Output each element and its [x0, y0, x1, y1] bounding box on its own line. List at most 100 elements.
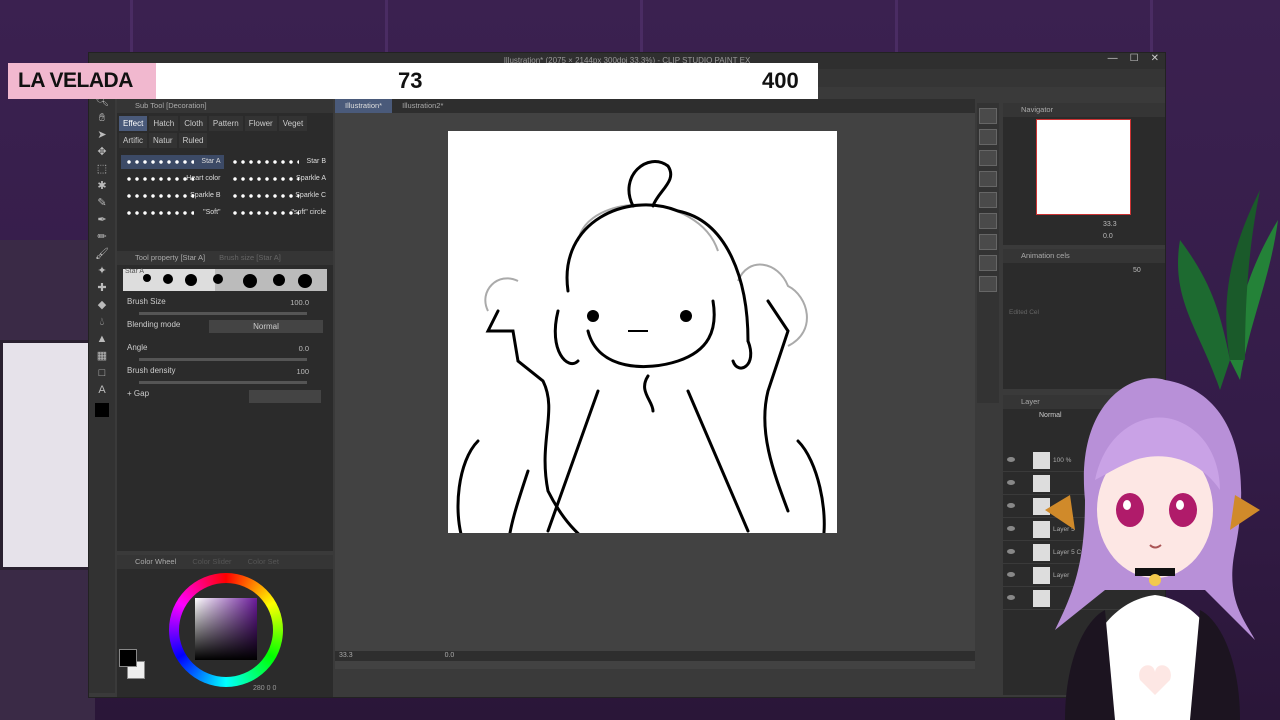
tab-flower[interactable]: Flower [244, 116, 277, 131]
expand-icon[interactable]: + [127, 389, 132, 398]
hand-tool-icon[interactable]: ✋︎ [89, 110, 115, 127]
visibility-icon[interactable] [1007, 480, 1015, 485]
preset-label: Star A [125, 268, 145, 275]
layer-property-icon[interactable] [979, 129, 997, 145]
cel-opacity[interactable]: 50 [1133, 267, 1141, 274]
tab-color-wheel[interactable]: Color Wheel [135, 557, 176, 566]
angle-value: 0.0 [298, 344, 309, 353]
tab-effect[interactable]: Effect [119, 116, 148, 131]
auto-select-icon[interactable]: ✱ [89, 178, 115, 195]
visibility-icon[interactable] [1007, 549, 1015, 554]
selection-tool-icon[interactable]: ⬚ [89, 161, 115, 178]
brush-density-row[interactable]: Brush density 100 [117, 364, 333, 387]
tab-artificial[interactable]: Artific [119, 133, 147, 148]
airbrush-icon[interactable]: ✦ [89, 263, 115, 280]
brush-sparkle-c[interactable]: Sparkle C [227, 189, 330, 203]
brush-heart-color[interactable]: Heart color [121, 172, 224, 186]
vtuber-avatar [1045, 378, 1260, 720]
score-title: LA VELADA [8, 63, 156, 99]
visibility-icon[interactable] [1007, 595, 1015, 600]
brush-list: Star A Star B Heart color Sparkle A Spar… [117, 151, 333, 224]
blend-tool-icon[interactable]: 💧︎ [89, 314, 115, 331]
tool-property-title: Tool property [Star A] Brush size [Star … [117, 251, 333, 265]
brush-size-row[interactable]: Brush Size 100.0 [117, 295, 333, 318]
wall-stripe [130, 0, 133, 60]
subtool-title: Sub Tool [Decoration] [117, 99, 333, 113]
eyedropper-icon[interactable]: ✎ [89, 195, 115, 212]
tab-vegetation[interactable]: Veget [278, 116, 308, 131]
saturation-value-square[interactable] [195, 598, 257, 660]
document-tabs: Illustration* Illustration2* [335, 99, 975, 113]
navigator-zoom[interactable]: 33.3 [1103, 221, 1117, 228]
wall-stripe [1150, 0, 1153, 60]
text-tool-icon[interactable]: A [89, 382, 115, 399]
panel-close-icon[interactable] [979, 108, 997, 124]
visibility-icon[interactable] [1007, 503, 1015, 508]
history-icon[interactable] [979, 213, 997, 229]
tool-property-panel: Tool property [Star A] Brush size [Star … [117, 251, 333, 551]
canvas-area: Illustration* Illustration2* 33.3 0.0 [335, 99, 975, 669]
color-readout: 280 0 0 [253, 685, 277, 692]
brush-star-a[interactable]: Star A [121, 155, 224, 169]
maximize-icon[interactable]: ☐ [1130, 53, 1139, 69]
minimize-icon[interactable]: — [1108, 53, 1118, 69]
navigator-panel: Navigator 33.3 0.0 [1003, 103, 1165, 245]
brush-size-slider[interactable] [139, 312, 307, 315]
tab-illustration[interactable]: Illustration* [335, 99, 393, 113]
animation-cels-title: Animation cels [1003, 249, 1165, 263]
navigator-title: Navigator [1003, 103, 1165, 117]
angle-slider[interactable] [139, 358, 307, 361]
wall-stripe [640, 0, 643, 60]
blending-mode-select[interactable]: Normal [209, 320, 323, 333]
visibility-icon[interactable] [1007, 572, 1015, 577]
canvas-zoom[interactable]: 33.3 [339, 652, 353, 659]
decoration-tool-icon[interactable]: ✚ [89, 280, 115, 297]
brush-soft-circle[interactable]: "soft" circle [227, 206, 330, 220]
visibility-icon[interactable] [1007, 457, 1015, 462]
tab-cloth[interactable]: Cloth [180, 116, 207, 131]
item-bank-icon[interactable] [979, 276, 997, 292]
brush-density-slider[interactable] [139, 381, 307, 384]
navigator-rotation[interactable]: 0.0 [1103, 233, 1113, 240]
operation-tool-icon[interactable]: ➤ [89, 127, 115, 144]
close-icon[interactable]: ✕ [1151, 53, 1159, 69]
tab-hatch[interactable]: Hatch [149, 116, 179, 131]
brush-sparkle-a[interactable]: Sparkle A [227, 172, 330, 186]
panel-close-icon[interactable] [979, 150, 997, 166]
window-controls: — ☐ ✕ [1108, 53, 1159, 69]
navigator-preview[interactable] [1036, 119, 1131, 215]
edited-cel-label: Edited Cel [1009, 309, 1039, 316]
brush-star-b[interactable]: Star B [227, 155, 330, 169]
gradient-icon[interactable]: ▦ [89, 348, 115, 365]
tab-nature[interactable]: Natur [149, 133, 177, 148]
brush-sparkle-b[interactable]: Sparkle B [121, 189, 224, 203]
canvas-angle[interactable]: 0.0 [445, 652, 455, 659]
pen-tool-icon[interactable]: ✒ [89, 212, 115, 229]
gap-select[interactable] [249, 390, 321, 403]
tab-pattern[interactable]: Pattern [208, 116, 243, 131]
figure-tool-icon[interactable]: □ [89, 365, 115, 382]
drawing-canvas[interactable] [448, 131, 837, 533]
brush-size-tab[interactable]: Brush size [Star A] [219, 253, 281, 262]
main-color-swatch-wheel[interactable] [119, 649, 137, 667]
wall-stripe [385, 0, 388, 60]
brush-soft[interactable]: "Soft" [121, 206, 224, 220]
gap-row[interactable]: + Gap [117, 387, 333, 410]
tab-ruled[interactable]: Ruled [178, 133, 208, 148]
material-icon[interactable] [979, 171, 997, 187]
fill-tool-icon[interactable]: ▲ [89, 331, 115, 348]
tab-color-set[interactable]: Color Set [248, 557, 279, 566]
pencil-tool-icon[interactable]: ✏ [89, 229, 115, 246]
move-tool-icon[interactable]: ✥ [89, 144, 115, 161]
tab-illustration2[interactable]: Illustration2* [392, 99, 453, 113]
visibility-icon[interactable] [1007, 526, 1015, 531]
main-color-swatch[interactable] [95, 403, 109, 417]
eraser-icon[interactable]: ◆ [89, 297, 115, 314]
reference-icon[interactable] [979, 255, 997, 271]
brush-tool-icon[interactable]: 🖌︎ [89, 246, 115, 263]
sketch-drawing [456, 160, 826, 533]
layer-search-icon[interactable] [979, 192, 997, 208]
tab-color-slider[interactable]: Color Slider [192, 557, 231, 566]
angle-row[interactable]: Angle 0.0 [117, 341, 333, 364]
timeline-icon[interactable] [979, 234, 997, 250]
